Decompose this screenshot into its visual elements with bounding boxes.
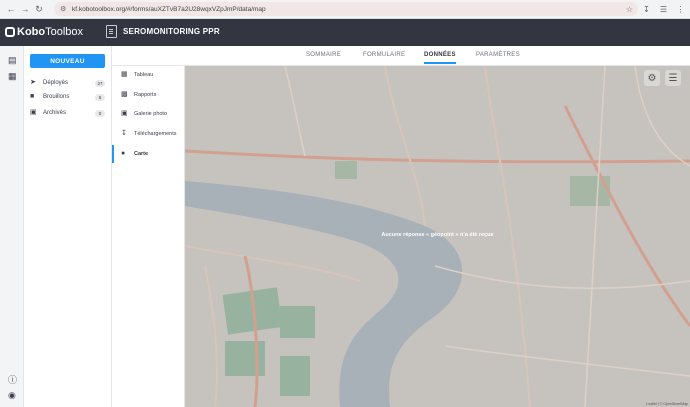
sidebar-item-deployed[interactable]: ➤ Déployés 27 — [30, 77, 106, 89]
logo-text-bold: Kobo — [17, 26, 46, 38]
subnav-item-label: Galerie photo — [134, 111, 168, 117]
address-bar[interactable]: ⚙ kf.kobotoolbox.org/#/forms/auXZTvB7a2U… — [54, 2, 638, 16]
count-badge: 27 — [95, 79, 105, 87]
menu-icon[interactable]: ⋮ — [675, 3, 686, 15]
table-icon: ▦ — [121, 71, 128, 78]
map-view[interactable]: ⚙ ☰ Aucune réponse « géopoint » n’a été … — [185, 66, 690, 407]
map-settings-icon[interactable]: ⚙ — [644, 70, 660, 86]
sidebar-item-drafts[interactable]: ■ Brouillons 5 — [30, 91, 106, 103]
map-layers-icon[interactable]: ☰ — [665, 70, 681, 86]
form-tabs: SOMMAIRE FORMULAIRE DONNÉES PARAMÈTRES — [112, 46, 690, 66]
map-pin-icon: ● — [121, 150, 126, 157]
tab-summary[interactable]: SOMMAIRE — [306, 52, 341, 58]
count-badge: 0 — [95, 109, 105, 117]
subnav-item-downloads[interactable]: ↧ Téléchargements — [112, 125, 185, 143]
library-icon[interactable]: ▦ — [8, 72, 17, 81]
subnav-item-map[interactable]: ● Carte — [112, 145, 185, 163]
draft-icon: ■ — [30, 93, 35, 100]
form-icon — [106, 25, 117, 38]
site-info-icon[interactable]: ⚙ — [60, 5, 68, 13]
extensions-icon[interactable]: ☰ — [658, 3, 669, 15]
back-icon[interactable]: ← — [4, 2, 18, 16]
sidebar-item-label: Brouillons — [43, 94, 70, 100]
new-project-button[interactable]: NOUVEAU — [30, 54, 105, 68]
no-geopoint-message: Aucune réponse « géopoint » n’a été reçu… — [381, 232, 494, 238]
bookmark-star-icon[interactable]: ☆ — [624, 3, 635, 15]
sidebar-item-archived[interactable]: ▣ Archivés 0 — [30, 107, 106, 119]
subnav-item-label: Rapports — [134, 92, 157, 98]
sidebar-item-label: Déployés — [43, 80, 69, 86]
download-icon: ↧ — [121, 130, 127, 137]
subnav-item-label: Téléchargements — [134, 131, 177, 137]
project-header: SEROMONITORING PPR — [106, 25, 220, 38]
tab-form[interactable]: FORMULAIRE — [363, 52, 405, 58]
rocket-icon: ➤ — [30, 79, 36, 86]
github-icon[interactable]: ◉ — [8, 391, 17, 400]
reports-icon: ▩ — [121, 91, 128, 98]
help-icon[interactable]: ⓘ — [8, 376, 17, 385]
kobotoolbox-logo[interactable]: Kobo Toolbox — [5, 26, 83, 38]
logo-text-light: Toolbox — [45, 26, 84, 38]
map-attribution[interactable]: Leaflet | © OpenStreetMap — [646, 402, 688, 406]
subnav-item-table[interactable]: ▦ Tableau — [112, 66, 185, 84]
left-rail: ▤ ▦ ⓘ ◉ — [0, 46, 24, 407]
project-title: SEROMONITORING PPR — [123, 27, 220, 36]
subnav-item-label: Tableau — [134, 72, 154, 78]
projects-sidebar: NOUVEAU ➤ Déployés 27 ■ Brouillons 5 ▣ A… — [24, 46, 112, 407]
app-header: Kobo Toolbox SEROMONITORING PPR — [0, 19, 690, 46]
gallery-icon: ▣ — [121, 110, 128, 117]
archive-icon: ▣ — [30, 109, 37, 116]
subnav-item-label: Carte — [134, 151, 149, 157]
logo-mark-icon — [5, 27, 15, 37]
projects-icon[interactable]: ▤ — [8, 56, 17, 65]
forward-icon[interactable]: → — [18, 2, 32, 16]
reload-icon[interactable]: ↻ — [32, 2, 46, 16]
url-text: kf.kobotoolbox.org/#/forms/auXZTvB7a2U28… — [72, 5, 266, 13]
count-badge: 5 — [95, 93, 105, 101]
tab-data[interactable]: DONNÉES — [424, 52, 456, 64]
browser-toolbar: ← → ↻ ⚙ kf.kobotoolbox.org/#/forms/auXZT… — [0, 0, 690, 19]
sidebar-item-label: Archivés — [43, 110, 67, 116]
subnav-item-reports[interactable]: ▩ Rapports — [112, 86, 185, 104]
subnav-item-gallery[interactable]: ▣ Galerie photo — [112, 105, 185, 123]
tab-settings[interactable]: PARAMÈTRES — [476, 52, 520, 58]
data-subnav: ▦ Tableau ▩ Rapports ▣ Galerie photo ↧ T… — [112, 66, 185, 407]
download-icon[interactable]: ↧ — [641, 3, 652, 15]
